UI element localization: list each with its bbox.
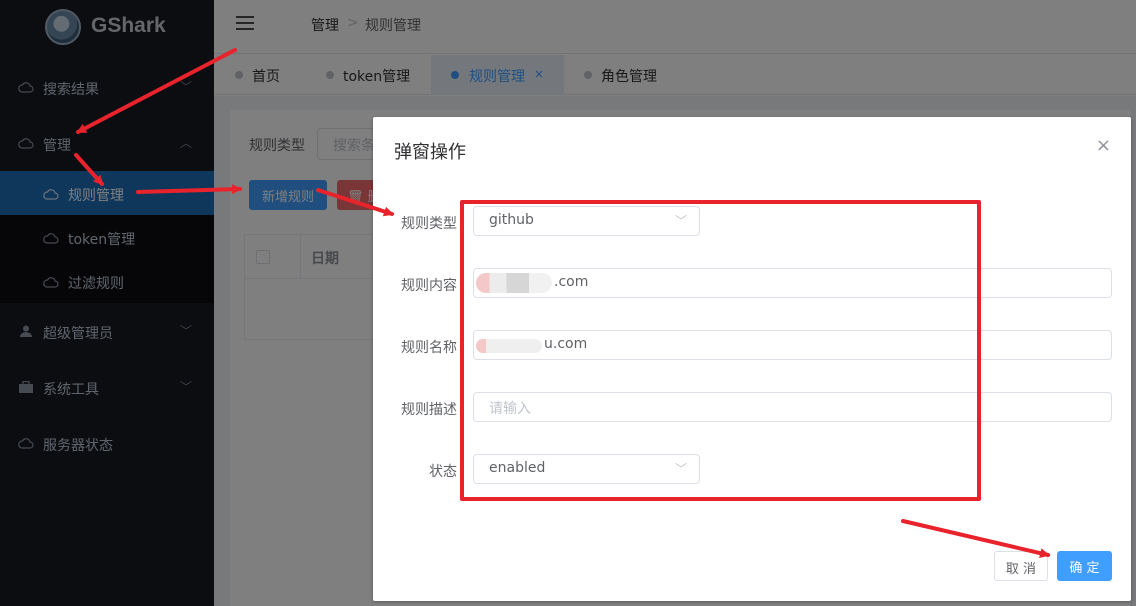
annotation-arrows [74, 48, 1050, 559]
annotation-arrow [76, 48, 237, 134]
annotation-arrow [901, 519, 1050, 559]
annotation-arrow [136, 184, 242, 195]
annotation-arrow [74, 153, 104, 186]
annotation-arrow [316, 188, 394, 217]
